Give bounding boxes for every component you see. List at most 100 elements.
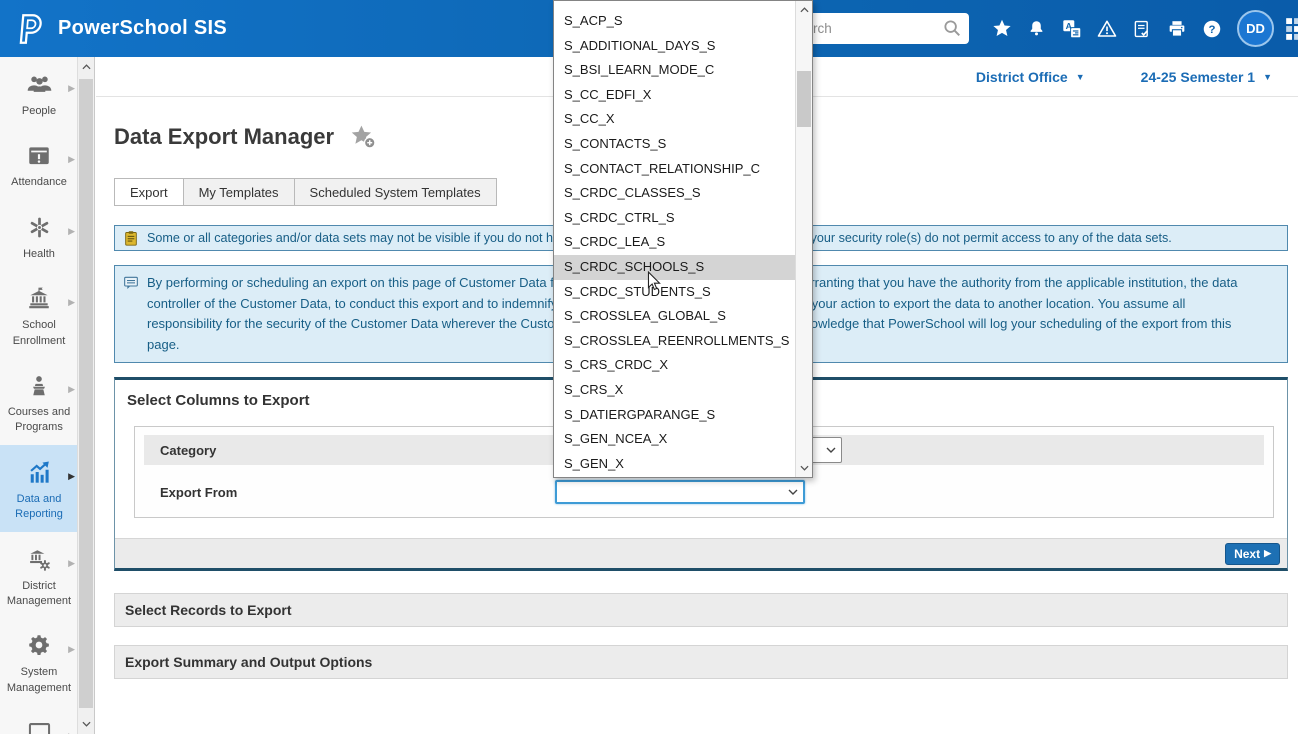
sidebar-label: Courses and Programs	[4, 405, 74, 436]
export-from-dropdown-list: S_ACP_SS_ADDITIONAL_DAYS_SS_BSI_LEARN_MO…	[553, 0, 813, 478]
sidebar-item-system-management[interactable]: System Management ▶	[0, 618, 78, 705]
dropdown-option[interactable]: S_CRDC_SCHOOLS_S	[554, 255, 795, 280]
sidebar-label: Attendance	[4, 175, 74, 190]
dropdown-option[interactable]: S_CRDC_CTRL_S	[554, 206, 795, 231]
dropdown-option[interactable]: S_CONTACT_RELATIONSHIP_C	[554, 157, 795, 182]
chevron-right-icon: ▶	[68, 154, 75, 165]
term-selector[interactable]: 24-25 Semester 1 ▼	[1141, 69, 1272, 85]
dropdown-option[interactable]: S_CROSSLEA_REENROLLMENTS_S	[554, 329, 795, 354]
district-management-icon	[4, 545, 74, 572]
dropdown-option[interactable]: S_GEN_X	[554, 452, 795, 477]
school-selector[interactable]: District Office ▼	[976, 69, 1085, 85]
export-from-row: Export From	[144, 475, 1264, 509]
sidebar-item-attendance[interactable]: Attendance ▶	[0, 128, 78, 199]
chevron-right-icon: ▶	[68, 558, 75, 569]
sidebar-item-district-management[interactable]: District Management ▶	[0, 532, 78, 619]
dropdown-option[interactable]: S_CRS_X	[554, 378, 795, 403]
dropdown-option[interactable]: S_BSI_LEARN_MODE_C	[554, 58, 795, 83]
system-alerts-icon[interactable]	[1096, 17, 1118, 41]
columns-section-footer: Next ▶	[115, 538, 1287, 568]
scroll-up-icon[interactable]	[796, 2, 812, 18]
dropdown-option[interactable]: S_CRDC_LEA_S	[554, 230, 795, 255]
powerschool-logo[interactable]: PowerSchool SIS	[0, 12, 227, 46]
app-switcher-icon[interactable]	[1284, 16, 1298, 42]
notifications-bell-icon[interactable]	[1026, 17, 1048, 41]
scroll-down-icon[interactable]	[78, 716, 94, 732]
scroll-up-icon[interactable]	[78, 59, 94, 75]
chevron-right-icon: ▶	[68, 644, 75, 655]
dropdown-option[interactable]: S_CROSSLEA_GLOBAL_S	[554, 304, 795, 329]
favorites-star-icon[interactable]	[991, 17, 1013, 41]
dropdown-option[interactable]: S_ADDITIONAL_DAYS_S	[554, 34, 795, 59]
dropdown-option[interactable]: S_CONTACTS_S	[554, 132, 795, 157]
tab-scheduled-system-templates[interactable]: Scheduled System Templates	[294, 178, 497, 206]
export-summary-title: Export Summary and Output Options	[125, 654, 372, 670]
dropdown-option[interactable]: S_CRS_CRDC_X	[554, 353, 795, 378]
chevron-right-icon: ▶	[68, 384, 75, 395]
system-management-icon	[4, 631, 74, 658]
arrow-right-icon: ▶	[1264, 548, 1271, 559]
chevron-down-icon	[788, 489, 798, 496]
dropdown-options: S_ACP_SS_ADDITIONAL_DAYS_SS_BSI_LEARN_MO…	[554, 1, 795, 477]
dropdown-option[interactable]: S_ACP_S	[554, 9, 795, 34]
header-actions: A	[779, 0, 1298, 57]
tab-export[interactable]: Export	[114, 178, 184, 206]
dropdown-option[interactable]: S_CC_EDFI_X	[554, 83, 795, 108]
dropdown-scrollbar[interactable]	[795, 1, 812, 477]
svg-text:?: ?	[1208, 24, 1215, 36]
scrollbar-thumb[interactable]	[79, 79, 93, 708]
sidebar-item-school-enrollment[interactable]: School Enrollment ▶	[0, 271, 78, 358]
export-from-label: Export From	[160, 485, 237, 500]
tasks-clipboard-icon[interactable]	[1131, 17, 1153, 41]
dropdown-option[interactable]: S_CRDC_CLASSES_S	[554, 181, 795, 206]
dropdown-option[interactable]: S_GEN_NCEA_X	[554, 427, 795, 452]
scroll-down-icon[interactable]	[796, 460, 812, 476]
sidebar-item-data-and-reporting[interactable]: Data and Reporting ▶	[0, 445, 78, 532]
sidebar-label: People	[4, 104, 74, 119]
chevron-right-icon: ▶	[68, 83, 75, 94]
courses-programs-icon	[4, 371, 74, 398]
data-reporting-icon	[4, 458, 74, 485]
monitor-icon	[4, 718, 74, 734]
next-button[interactable]: Next ▶	[1225, 543, 1280, 565]
avatar-initials: DD	[1246, 21, 1265, 36]
chevron-right-icon: ▶	[68, 226, 75, 237]
people-icon	[4, 70, 74, 97]
select-records-section-header[interactable]: Select Records to Export	[114, 593, 1288, 627]
export-from-select[interactable]	[555, 480, 805, 504]
main-navigation-sidebar: People ▶ Attendance ▶	[0, 57, 95, 734]
sidebar-item-courses-and-programs[interactable]: Courses and Programs ▶	[0, 358, 78, 445]
add-to-favorites-icon[interactable]	[350, 124, 377, 150]
sidebar-item-people[interactable]: People ▶	[0, 57, 78, 128]
school-enrollment-icon	[4, 284, 74, 311]
attendance-icon	[4, 141, 74, 168]
sidebar-scrollbar[interactable]	[77, 57, 94, 734]
dropdown-option[interactable]: S_DATIERGPARANGE_S	[554, 403, 795, 428]
category-label: Category	[160, 443, 216, 458]
sidebar-label: Health	[4, 247, 74, 262]
chevron-right-icon: ▶	[68, 297, 75, 308]
user-avatar[interactable]: DD	[1237, 10, 1274, 47]
dropdown-option[interactable]: S_CRDC_STUDENTS_S	[554, 280, 795, 305]
notice-clipboard-icon	[123, 230, 139, 247]
next-button-label: Next	[1234, 547, 1260, 561]
chevron-down-icon: ▼	[1076, 72, 1085, 82]
page-title: Data Export Manager	[114, 124, 334, 150]
sidebar-item-health[interactable]: Health ▶	[0, 200, 78, 271]
help-icon[interactable]: ?	[1201, 17, 1223, 41]
notice-comment-icon	[123, 275, 139, 291]
select-records-title: Select Records to Export	[125, 602, 292, 618]
tab-my-templates[interactable]: My Templates	[183, 178, 295, 206]
translation-icon[interactable]: A	[1061, 17, 1083, 41]
sidebar-item-system-monitor[interactable]: ▶	[0, 705, 78, 734]
sidebar-label: District Management	[4, 579, 74, 610]
scrollbar-thumb[interactable]	[797, 71, 811, 127]
print-icon[interactable]	[1166, 17, 1188, 41]
sidebar-label: Data and Reporting	[4, 492, 74, 523]
health-icon	[4, 213, 74, 240]
school-selector-label: District Office	[976, 69, 1068, 85]
export-summary-section-header[interactable]: Export Summary and Output Options	[114, 645, 1288, 679]
search-icon[interactable]	[942, 18, 962, 38]
powerschool-logo-icon	[16, 12, 46, 46]
dropdown-option[interactable]: S_CC_X	[554, 107, 795, 132]
